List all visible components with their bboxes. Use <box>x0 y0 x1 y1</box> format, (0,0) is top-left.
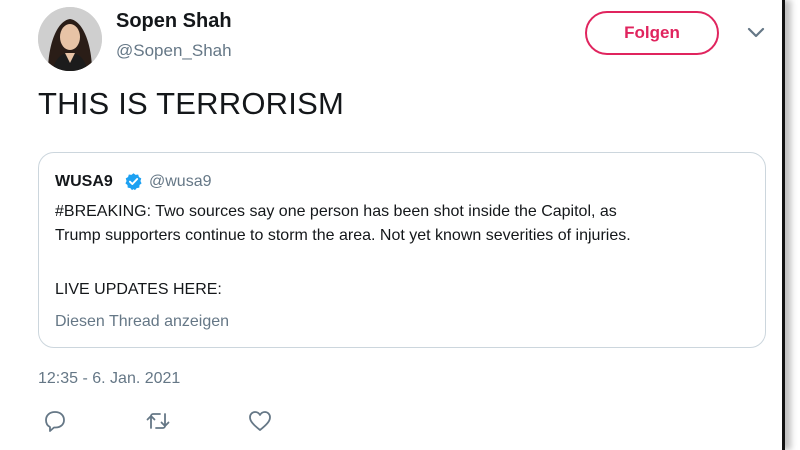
author-name[interactable]: Sopen Shah <box>116 10 232 33</box>
quoted-tweet-line: #BREAKING: Two sources say one person ha… <box>55 203 617 220</box>
quoted-author-name: WUSA9 <box>55 173 113 190</box>
avatar-photo <box>38 7 102 71</box>
avatar[interactable] <box>38 7 102 71</box>
retweet-icon[interactable] <box>145 408 171 434</box>
author-handle[interactable]: @Sopen_Shah <box>116 41 232 61</box>
verified-badge-icon <box>124 172 143 191</box>
tweet-timestamp[interactable]: 12:35 - 6. Jan. 2021 <box>38 370 180 388</box>
live-updates-text: LIVE UPDATES HERE: <box>55 281 222 298</box>
show-thread-link[interactable]: Diesen Thread anzeigen <box>55 313 229 331</box>
quoted-tweet[interactable]: WUSA9 @wusa9 #BREAKING: Two sources say … <box>38 152 766 348</box>
chevron-down-icon[interactable] <box>747 26 765 40</box>
heart-icon[interactable] <box>247 408 273 434</box>
quoted-author-handle: @wusa9 <box>149 173 212 190</box>
tweet-card: Sopen Shah @Sopen_Shah Folgen THIS IS TE… <box>0 0 785 450</box>
tweet-text: THIS IS TERRORISM <box>38 86 344 121</box>
reply-icon[interactable] <box>42 408 68 434</box>
follow-button[interactable]: Folgen <box>585 11 719 55</box>
quoted-tweet-line: Trump supporters continue to storm the a… <box>55 227 631 244</box>
quoted-tweet-text: #BREAKING: Two sources say one person ha… <box>55 200 755 248</box>
